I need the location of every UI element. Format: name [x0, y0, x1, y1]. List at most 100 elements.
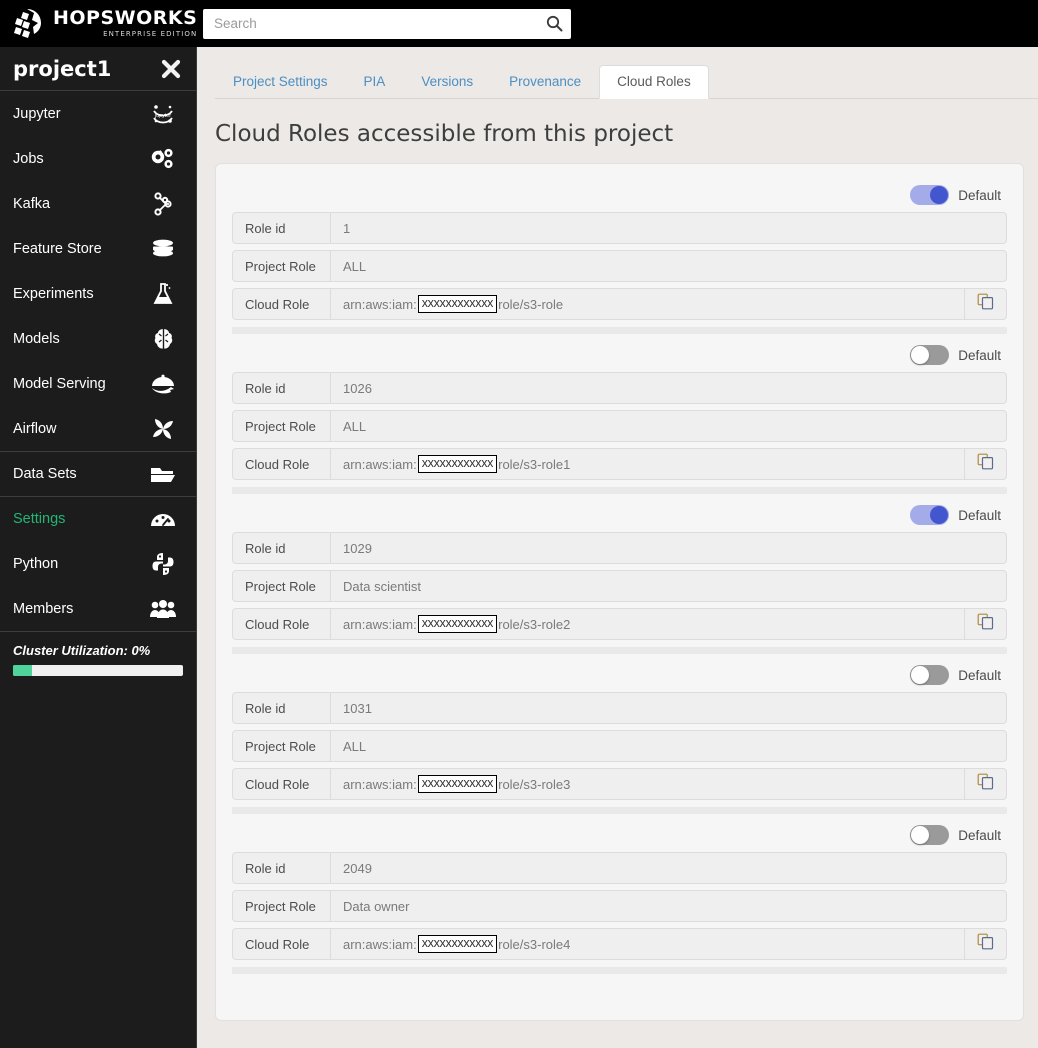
search-submit-button[interactable]: [543, 14, 565, 36]
serving-dome-icon: [148, 369, 178, 399]
default-toggle[interactable]: [910, 185, 950, 205]
arn-suffix: role/s3-role1: [498, 456, 571, 472]
sidebar-item-model-serving[interactable]: Model Serving: [0, 361, 196, 406]
cloud-role-label: Cloud Role: [233, 609, 331, 639]
tab-provenance[interactable]: Provenance: [491, 65, 599, 100]
copy-icon: [977, 933, 994, 955]
jupyter-icon: jupyter: [148, 99, 178, 129]
default-toggle[interactable]: [910, 345, 950, 365]
role-id-row: Role id 1: [232, 212, 1007, 244]
sidebar-item-data-sets[interactable]: Data Sets: [0, 451, 196, 496]
default-toggle-row: Default: [232, 338, 1007, 372]
tab-pia[interactable]: PIA: [346, 65, 404, 100]
sidebar-item-label: Airflow: [13, 420, 57, 437]
card-separator: [232, 807, 1007, 814]
arn-account-mask: xxxxxxxxxxxx: [417, 614, 498, 634]
copy-icon: [977, 613, 994, 635]
copy-arn-button[interactable]: [964, 609, 1006, 639]
project-role-label: Project Role: [233, 731, 331, 761]
role-id-value: 1029: [343, 540, 372, 556]
sidebar-item-models[interactable]: Models: [0, 316, 196, 361]
cloud-role-row: Cloud Role arn:aws:iam: xxxxxxxxxxxx rol…: [232, 448, 1007, 480]
project-role-value: ALL: [343, 418, 367, 434]
sidebar-item-experiments[interactable]: Experiments: [0, 271, 196, 316]
cloud-roles-panel: Default Role id 1 Project Role ALL Cloud…: [215, 163, 1024, 1021]
copy-arn-button[interactable]: [964, 769, 1006, 799]
sidebar-item-label: Model Serving: [13, 375, 106, 392]
arn-account-mask: xxxxxxxxxxxx: [417, 774, 498, 794]
top-bar: HOPSWORKS ENTERPRISE EDITION: [0, 0, 1038, 47]
cloud-role-arn: arn:aws:iam: xxxxxxxxxxxx role/s3-role2: [331, 609, 964, 639]
copy-arn-button[interactable]: [964, 929, 1006, 959]
sidebar-item-jobs[interactable]: Jobs: [0, 136, 196, 181]
arn-suffix: role/s3-role2: [498, 616, 571, 632]
sidebar-item-settings[interactable]: Settings: [0, 496, 196, 541]
sidebar-item-members[interactable]: Members: [0, 586, 196, 631]
project-name: project1: [13, 56, 112, 81]
sidebar-item-airflow[interactable]: Airflow: [0, 406, 196, 451]
arn-suffix: role/s3-role4: [498, 936, 571, 952]
cloud-role-label: Cloud Role: [233, 769, 331, 799]
project-role-row: Project Role Data owner: [232, 890, 1007, 922]
role-id-label: Role id: [233, 213, 331, 243]
default-toggle[interactable]: [910, 825, 950, 845]
copy-arn-button[interactable]: [964, 289, 1006, 319]
role-id-value: 1: [343, 220, 351, 236]
tab-versions[interactable]: Versions: [403, 65, 491, 100]
default-toggle[interactable]: [910, 505, 950, 525]
tab-cloud-roles[interactable]: Cloud Roles: [599, 64, 709, 99]
role-id-row: Role id 1031: [232, 692, 1007, 724]
cluster-utilization-bar: [13, 665, 183, 676]
arn-suffix: role/s3-role: [498, 296, 564, 312]
page-title: Cloud Roles accessible from this project: [215, 121, 674, 147]
sidebar-item-label: Models: [13, 330, 60, 347]
sidebar-item-label: Jobs: [13, 150, 44, 167]
cluster-utilization-fill: [13, 665, 32, 676]
close-x-icon[interactable]: [160, 58, 182, 80]
sidebar-item-jupyter[interactable]: Jupyter jupyter: [0, 91, 196, 136]
cloud-role-card: Default Role id 1 Project Role ALL Cloud…: [232, 176, 1007, 334]
default-toggle-row: Default: [232, 498, 1007, 532]
arn-account-mask: xxxxxxxxxxxx: [417, 934, 498, 954]
project-role-value: Data owner: [343, 898, 410, 914]
arn-prefix: arn:aws:iam:: [343, 776, 417, 792]
database-stack-icon: [148, 234, 178, 264]
tab-project-settings[interactable]: Project Settings: [215, 65, 346, 100]
cluster-utilization-label: Cluster Utilization: 0%: [13, 643, 151, 658]
role-id-row: Role id 1029: [232, 532, 1007, 564]
default-toggle[interactable]: [910, 665, 950, 685]
project-header: project1: [0, 47, 196, 91]
svg-text:jupyter: jupyter: [154, 113, 171, 119]
role-id-value: 1026: [343, 380, 372, 396]
cloud-role-row: Cloud Role arn:aws:iam: xxxxxxxxxxxx rol…: [232, 288, 1007, 320]
main-content: Project Settings PIA Versions Provenance…: [197, 47, 1038, 1048]
card-separator: [232, 487, 1007, 494]
sidebar-item-kafka[interactable]: Kafka: [0, 181, 196, 226]
sidebar-item-python[interactable]: Python: [0, 541, 196, 586]
sidebar-item-label: Data Sets: [13, 466, 77, 482]
brand-title: HOPSWORKS: [53, 7, 198, 29]
cloud-role-row: Cloud Role arn:aws:iam: xxxxxxxxxxxx rol…: [232, 928, 1007, 960]
search-input[interactable]: [203, 8, 571, 39]
arn-prefix: arn:aws:iam:: [343, 456, 417, 472]
card-separator: [232, 647, 1007, 654]
arn-prefix: arn:aws:iam:: [343, 616, 417, 632]
arn-account-mask: xxxxxxxxxxxx: [417, 294, 498, 314]
arn-account-mask: xxxxxxxxxxxx: [417, 454, 498, 474]
brand-logo[interactable]: HOPSWORKS ENTERPRISE EDITION: [0, 0, 197, 47]
folder-open-icon: [148, 459, 178, 489]
cloud-role-card: Default Role id 1029 Project Role Data s…: [232, 496, 1007, 654]
cloud-role-label: Cloud Role: [233, 449, 331, 479]
sidebar-item-label: Settings: [13, 511, 66, 527]
sidebar-item-label: Feature Store: [13, 240, 102, 257]
cloud-role-row: Cloud Role arn:aws:iam: xxxxxxxxxxxx rol…: [232, 608, 1007, 640]
default-toggle-label: Default: [958, 507, 1001, 523]
search-icon: [546, 15, 563, 35]
cloud-role-label: Cloud Role: [233, 289, 331, 319]
cloud-role-card: Default Role id 1031 Project Role ALL Cl…: [232, 656, 1007, 814]
search-box[interactable]: [203, 8, 571, 39]
project-role-label: Project Role: [233, 891, 331, 921]
copy-arn-button[interactable]: [964, 449, 1006, 479]
sidebar-item-feature-store[interactable]: Feature Store: [0, 226, 196, 271]
project-role-value: ALL: [343, 258, 367, 274]
